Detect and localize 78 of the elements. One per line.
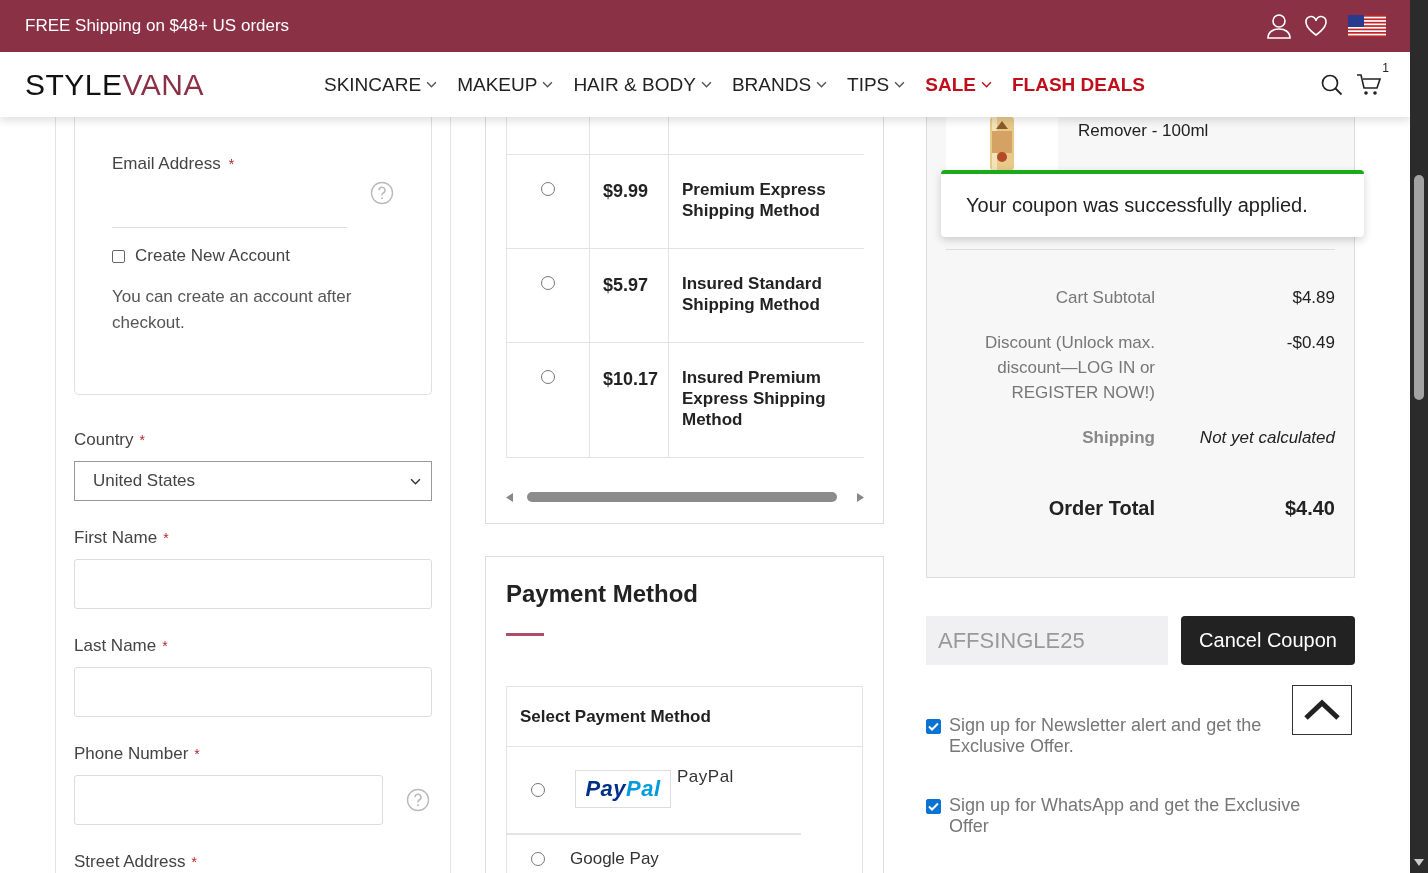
country-select[interactable]: United States xyxy=(74,461,432,501)
chevron-down-icon xyxy=(410,477,421,485)
field-label: Street Address xyxy=(74,852,186,871)
chevron-down-icon xyxy=(426,81,438,88)
required-mark: * xyxy=(191,854,197,870)
checkbox-label: Create New Account xyxy=(135,246,290,266)
required-mark: * xyxy=(139,432,145,448)
scroll-down-icon[interactable] xyxy=(1414,859,1424,867)
shipping-method-name: Insured Standard Shipping Method xyxy=(682,273,823,315)
chevron-down-icon xyxy=(542,81,554,88)
text-input-field[interactable] xyxy=(74,559,432,609)
required-mark: * xyxy=(194,746,200,762)
summary-value: -$0.49 xyxy=(1285,332,1335,354)
cart-icon[interactable] xyxy=(1356,72,1382,97)
help-icon[interactable] xyxy=(370,180,394,205)
checkbox[interactable] xyxy=(926,799,941,814)
checkbox[interactable] xyxy=(112,250,125,263)
product-name: Remover - 100ml xyxy=(1078,121,1209,142)
checkbox[interactable] xyxy=(926,719,941,734)
page-scrollbar[interactable] xyxy=(1410,0,1428,873)
shipping-price: $9.99 xyxy=(603,181,649,201)
nav-menu-item[interactable]: BRANDS xyxy=(731,73,828,96)
scroll-left-icon[interactable] xyxy=(506,492,513,502)
search-icon[interactable] xyxy=(1320,72,1344,97)
shipping-price: $5.97 xyxy=(603,275,649,295)
summary-value: Not yet calculated xyxy=(1198,427,1335,449)
heart-icon[interactable] xyxy=(1304,15,1328,37)
scrollbar-thumb[interactable] xyxy=(527,492,837,502)
paypal-logo: PayPal xyxy=(575,770,671,808)
summary-label: Discount (Unlock max. discount—LOG IN or REGISTER NOW!) xyxy=(983,332,1155,404)
chevron-down-icon xyxy=(816,81,828,88)
summary-label: Shipping xyxy=(1081,427,1155,449)
nav-menu-item[interactable]: SALE xyxy=(925,73,992,96)
checkbox-label: Sign up for Newsletter alert and get the Exclusive Offer. xyxy=(949,715,1263,757)
chevron-up-icon xyxy=(1303,699,1341,721)
required-mark: * xyxy=(163,530,169,546)
shipping-price: $10.17 xyxy=(603,369,659,389)
field-label: Country xyxy=(74,430,134,449)
text-input-field[interactable] xyxy=(74,775,383,825)
field-label: Last Name xyxy=(74,636,157,655)
checkbox-label: Sign up for WhatsApp and get the Exclusive Offer xyxy=(949,795,1302,837)
nav-menu-item[interactable]: FLASH DEALS xyxy=(1012,73,1145,96)
shipping-method-name: Insured Premium Express Shipping Method xyxy=(682,367,827,430)
success-toast: Your coupon was successfully applied. xyxy=(941,170,1364,237)
chevron-down-icon xyxy=(894,81,906,88)
cancel-coupon-button[interactable]: Cancel Coupon xyxy=(1181,616,1355,665)
payment-option-label: PayPal xyxy=(677,767,734,787)
field-label: First Name xyxy=(74,528,158,547)
horizontal-scrollbar[interactable] xyxy=(506,491,864,503)
field-label: Email Address xyxy=(112,154,221,173)
section-title: Payment Method xyxy=(506,579,700,609)
help-icon[interactable] xyxy=(406,788,430,812)
nav-menu-item[interactable]: SKINCARE xyxy=(324,73,438,96)
payment-option-label: Google Pay xyxy=(570,849,659,869)
back-to-top-button[interactable] xyxy=(1292,685,1352,735)
chevron-down-icon xyxy=(700,81,712,88)
required-mark: * xyxy=(162,638,168,654)
summary-value: $4.89 xyxy=(1291,287,1335,309)
logo[interactable]: STYLEVANA xyxy=(25,67,295,102)
scrollbar-thumb[interactable] xyxy=(1414,175,1424,400)
us-flag-icon[interactable] xyxy=(1348,15,1386,37)
chevron-down-icon xyxy=(981,81,992,88)
required-mark: * xyxy=(228,156,235,172)
nav-menu-item[interactable]: TIPS xyxy=(847,73,906,96)
user-icon[interactable] xyxy=(1266,13,1292,39)
field-label: Phone Number xyxy=(74,744,189,763)
nav-menu-item[interactable]: HAIR & BODY xyxy=(573,73,712,96)
shipping-method-name: Premium Express Shipping Method xyxy=(682,179,827,221)
nav-menu-item[interactable]: MAKEUP xyxy=(457,73,554,96)
scroll-right-icon[interactable] xyxy=(857,492,864,502)
summary-label: Order Total xyxy=(1047,496,1155,521)
summary-value: $4.40 xyxy=(1283,496,1335,521)
table-header: Select Payment Method xyxy=(520,706,711,727)
text-input-field[interactable] xyxy=(74,667,432,717)
account-note: You can create an account after checkout. xyxy=(112,286,353,334)
promo-text: FREE Shipping on $48+ US orders xyxy=(25,16,291,36)
summary-label: Cart Subtotal xyxy=(1054,287,1155,309)
cart-count: 1 xyxy=(1382,60,1389,75)
